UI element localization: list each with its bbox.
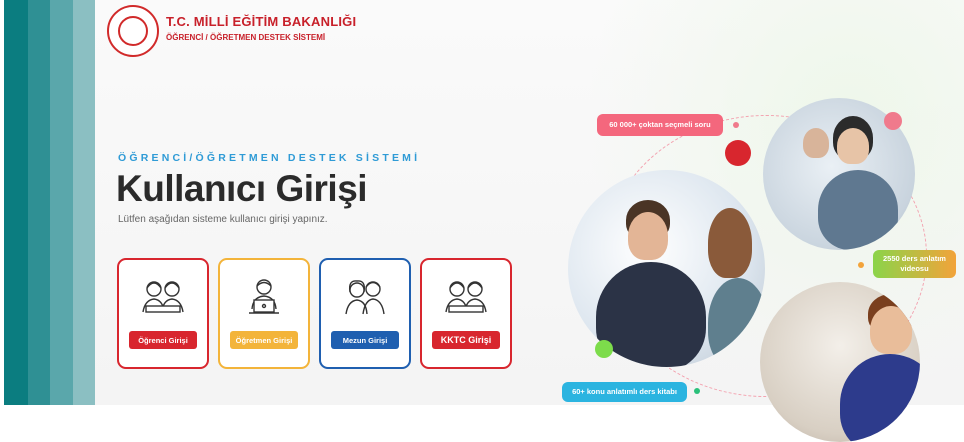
org-title: T.C. MİLLİ EĞİTİM BAKANLIĞI (166, 14, 357, 29)
hero-kicker: ÖĞRENCİ/ÖĞRETMEN DESTEK SİSTEMİ (118, 152, 421, 164)
decor-dot (858, 262, 864, 268)
decor-dot (694, 388, 700, 394)
decor-dot (595, 340, 613, 358)
stat-books-badge: 60+ konu anlatımlı ders kitabı (562, 382, 687, 402)
teacher-student-photo (568, 170, 765, 367)
graduate-login-button[interactable]: Mezun Girişi (331, 331, 399, 349)
teacher-login-button[interactable]: Öğretmen Girişi (230, 331, 298, 349)
student-writing-photo (760, 282, 920, 442)
kktc-login-button[interactable]: KKTC Girişi (432, 331, 500, 349)
graduate-login-card[interactable]: Mezun Girişi (319, 258, 411, 369)
decor-dot (725, 140, 751, 166)
kktc-login-card[interactable]: KKTC Girişi (420, 258, 512, 369)
teacher-laptop-icon (244, 276, 284, 323)
org-subtitle: ÖĞRENCİ / ÖĞRETMEN DESTEK SİSTEMİ (166, 33, 326, 42)
decor-dot (733, 122, 739, 128)
page-title: Kullanıcı Girişi (116, 168, 368, 209)
page-description: Lütfen aşağıdan sisteme kullanıcı girişi… (118, 214, 328, 225)
stat-questions-badge: 60 000+ çoktan seçmeli soru (597, 114, 723, 136)
decorative-stripes (0, 0, 95, 405)
student-login-card[interactable]: Öğrenci Girişi (117, 258, 209, 369)
student-login-button[interactable]: Öğrenci Girişi (129, 331, 197, 349)
stat-videos-badge: 2550 ders anlatım videosu (873, 250, 956, 278)
students-icon (140, 276, 186, 323)
meb-logo-icon[interactable] (107, 5, 159, 57)
graduates-icon (342, 276, 388, 323)
students-icon (443, 276, 489, 323)
teacher-login-card[interactable]: Öğretmen Girişi (218, 258, 310, 369)
decor-dot (884, 112, 902, 130)
